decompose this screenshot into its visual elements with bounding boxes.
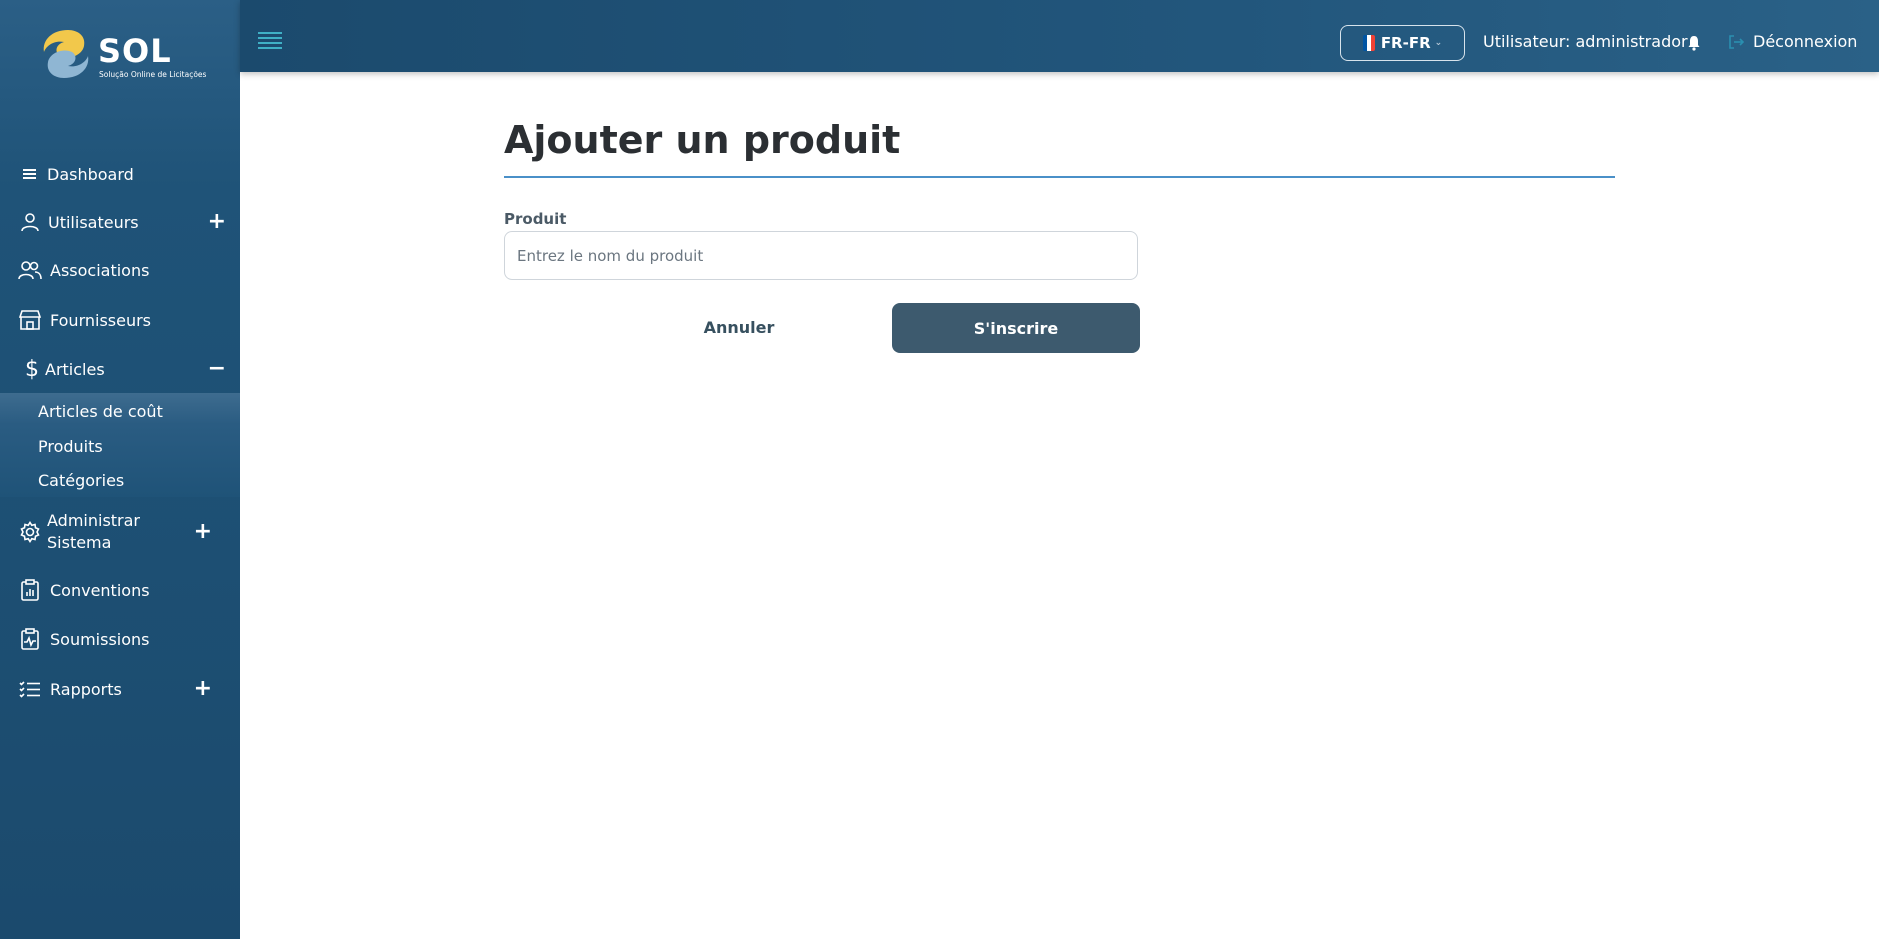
sidebar-item-articles[interactable]: $ Articles − [0, 349, 240, 389]
gear-icon [18, 520, 42, 544]
bell-icon[interactable] [1687, 35, 1703, 51]
store-icon [18, 308, 42, 332]
sol-logo-icon [43, 30, 89, 78]
language-selector[interactable]: FR-FR ⌄ [1340, 25, 1465, 61]
submenu-item-articles-de-cout[interactable]: Articles de coût [38, 402, 163, 421]
list-icon [18, 162, 42, 186]
brand-logo[interactable]: SOL Solução Online de Licitações [38, 26, 208, 86]
expand-icon[interactable]: + [194, 521, 212, 543]
sidebar-item-conventions[interactable]: Conventions [0, 570, 240, 610]
sidebar-item-utilisateurs[interactable]: Utilisateurs + [0, 202, 240, 242]
expand-icon[interactable]: + [208, 211, 226, 233]
france-flag-icon [1362, 35, 1375, 51]
product-name-input[interactable] [504, 231, 1138, 280]
brand-tagline: Solução Online de Licitações [99, 70, 207, 79]
sidebar-item-administrar-sistema[interactable]: Administrar Sistema + [0, 510, 240, 554]
submit-button[interactable]: S'inscrire [892, 303, 1140, 353]
sidebar-item-label: Soumissions [50, 629, 150, 649]
current-user-label: Utilisateur: administrador [1483, 32, 1688, 51]
submenu-item-produits[interactable]: Produits [38, 437, 103, 456]
checklist-icon [18, 677, 42, 701]
sidebar-item-rapports[interactable]: Rapports + [0, 669, 240, 709]
sidebar-item-label: Dashboard [47, 164, 134, 184]
logout-icon [1729, 34, 1745, 49]
user-icon [18, 210, 42, 234]
logout-label: Déconnexion [1753, 32, 1858, 51]
title-divider [504, 176, 1615, 178]
sidebar-item-label: Conventions [50, 580, 150, 600]
sidebar-item-label: Utilisateurs [48, 212, 139, 232]
logout-button[interactable]: Déconnexion [1727, 32, 1857, 51]
sidebar-item-dashboard[interactable]: Dashboard [0, 154, 240, 194]
product-field-label: Produit [504, 210, 567, 228]
clipboard-chart-icon [18, 578, 42, 602]
sidebar-item-associations[interactable]: Associations [0, 250, 240, 290]
sidebar-item-label: Associations [50, 260, 150, 280]
sidebar-item-label: Fournisseurs [50, 310, 152, 330]
page-title: Ajouter un produit [504, 118, 901, 162]
dollar-icon: $ [25, 356, 39, 382]
top-bar: FR-FR ⌄ Utilisateur: administrador Décon… [240, 0, 1879, 72]
menu-toggle-icon[interactable] [258, 32, 282, 49]
sidebar-item-label: Articles [45, 359, 105, 379]
chevron-down-icon: ⌄ [1434, 38, 1443, 48]
clipboard-pulse-icon [18, 627, 42, 651]
submenu-item-categories[interactable]: Catégories [38, 471, 124, 490]
language-label: FR-FR [1380, 34, 1431, 52]
expand-icon[interactable]: + [194, 678, 212, 700]
collapse-icon[interactable]: − [208, 358, 226, 380]
sidebar-item-fournisseurs[interactable]: Fournisseurs [0, 300, 240, 340]
users-icon [18, 258, 42, 282]
articles-submenu: Articles de coût Produits Catégories [0, 393, 240, 497]
cancel-button[interactable]: Annuler [640, 303, 838, 352]
sidebar-item-label: Rapports [50, 679, 122, 699]
sidebar: SOL Solução Online de Licitações Dashboa… [0, 0, 240, 939]
sidebar-item-label: Administrar Sistema [47, 511, 141, 552]
sidebar-item-soumissions[interactable]: Soumissions [0, 619, 240, 659]
brand-name: SOL [98, 32, 172, 70]
